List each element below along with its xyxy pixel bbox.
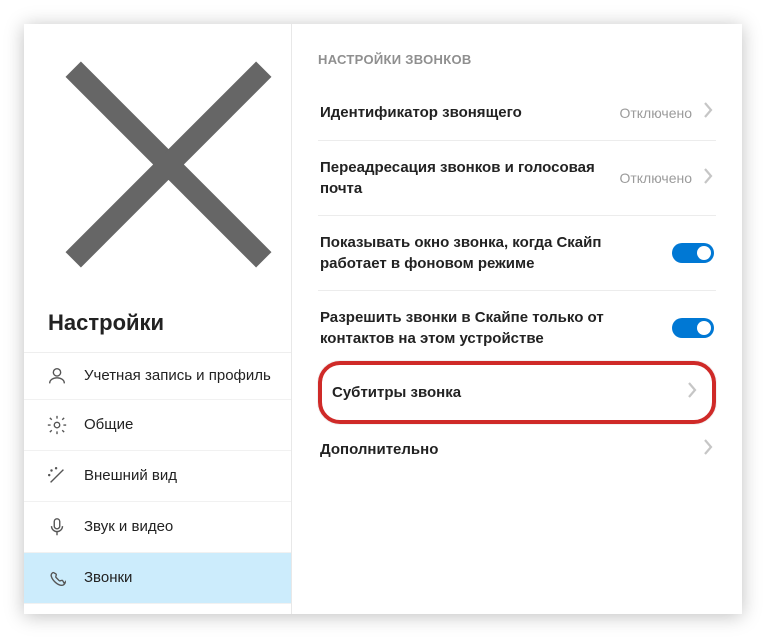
setting-label: Разрешить звонки в Скайпе только от конт… — [320, 307, 660, 349]
status-text: Отключено — [619, 105, 692, 121]
user-icon — [46, 365, 68, 387]
setting-forwarding[interactable]: Переадресация звонков и голосовая почта … — [318, 141, 716, 216]
setting-subtitles[interactable]: Субтитры звонка — [322, 365, 712, 420]
setting-label: Субтитры звонка — [332, 382, 686, 403]
chevron-right-icon — [702, 101, 714, 124]
setting-advanced[interactable]: Дополнительно — [318, 424, 716, 477]
status-text: Отключено — [619, 170, 692, 186]
phone-icon — [46, 567, 68, 589]
close-icon[interactable] — [46, 274, 291, 291]
sidebar-item-label: Звук и видео — [84, 518, 173, 537]
chevron-right-icon — [702, 438, 714, 461]
toggle-contacts-only[interactable] — [672, 318, 714, 338]
sidebar-item-label: Внешний вид — [84, 467, 177, 486]
sidebar-item-label: Общие — [84, 416, 133, 435]
sidebar-item-label: Учетная запись и профиль — [84, 367, 271, 386]
sidebar-item-general[interactable]: Общие — [24, 399, 291, 450]
sidebar-item-appearance[interactable]: Внешний вид — [24, 450, 291, 501]
microphone-icon — [46, 516, 68, 538]
setting-label: Дополнительно — [320, 439, 690, 460]
chevron-right-icon — [686, 381, 698, 404]
sidebar-item-account[interactable]: Учетная запись и профиль — [24, 352, 291, 399]
sidebar-item-messaging[interactable]: Сообщения — [24, 603, 291, 614]
chevron-right-icon — [702, 167, 714, 190]
toggle-show-window[interactable] — [672, 243, 714, 263]
setting-label: Идентификатор звонящего — [320, 102, 607, 123]
sidebar-item-label: Звонки — [84, 569, 132, 588]
settings-window: Настройки Учетная запись и профиль Общие… — [24, 24, 742, 614]
setting-label: Переадресация звонков и голосовая почта — [320, 157, 607, 199]
section-heading: НАСТРОЙКИ ЗВОНКОВ — [318, 52, 716, 67]
wand-icon — [46, 465, 68, 487]
setting-show-window: Показывать окно звонка, когда Скайп рабо… — [318, 216, 716, 291]
settings-sidebar: Настройки Учетная запись и профиль Общие… — [24, 24, 292, 614]
setting-contacts-only: Разрешить звонки в Скайпе только от конт… — [318, 291, 716, 361]
sidebar-item-audio-video[interactable]: Звук и видео — [24, 501, 291, 552]
highlight-annotation: Субтитры звонка — [318, 361, 716, 424]
sidebar-title: Настройки — [24, 292, 291, 352]
gear-icon — [46, 414, 68, 436]
setting-caller-id[interactable]: Идентификатор звонящего Отключено — [318, 85, 716, 141]
settings-main: НАСТРОЙКИ ЗВОНКОВ Идентификатор звонящег… — [292, 24, 742, 614]
setting-label: Показывать окно звонка, когда Скайп рабо… — [320, 232, 660, 274]
sidebar-item-calls[interactable]: Звонки — [24, 552, 291, 603]
